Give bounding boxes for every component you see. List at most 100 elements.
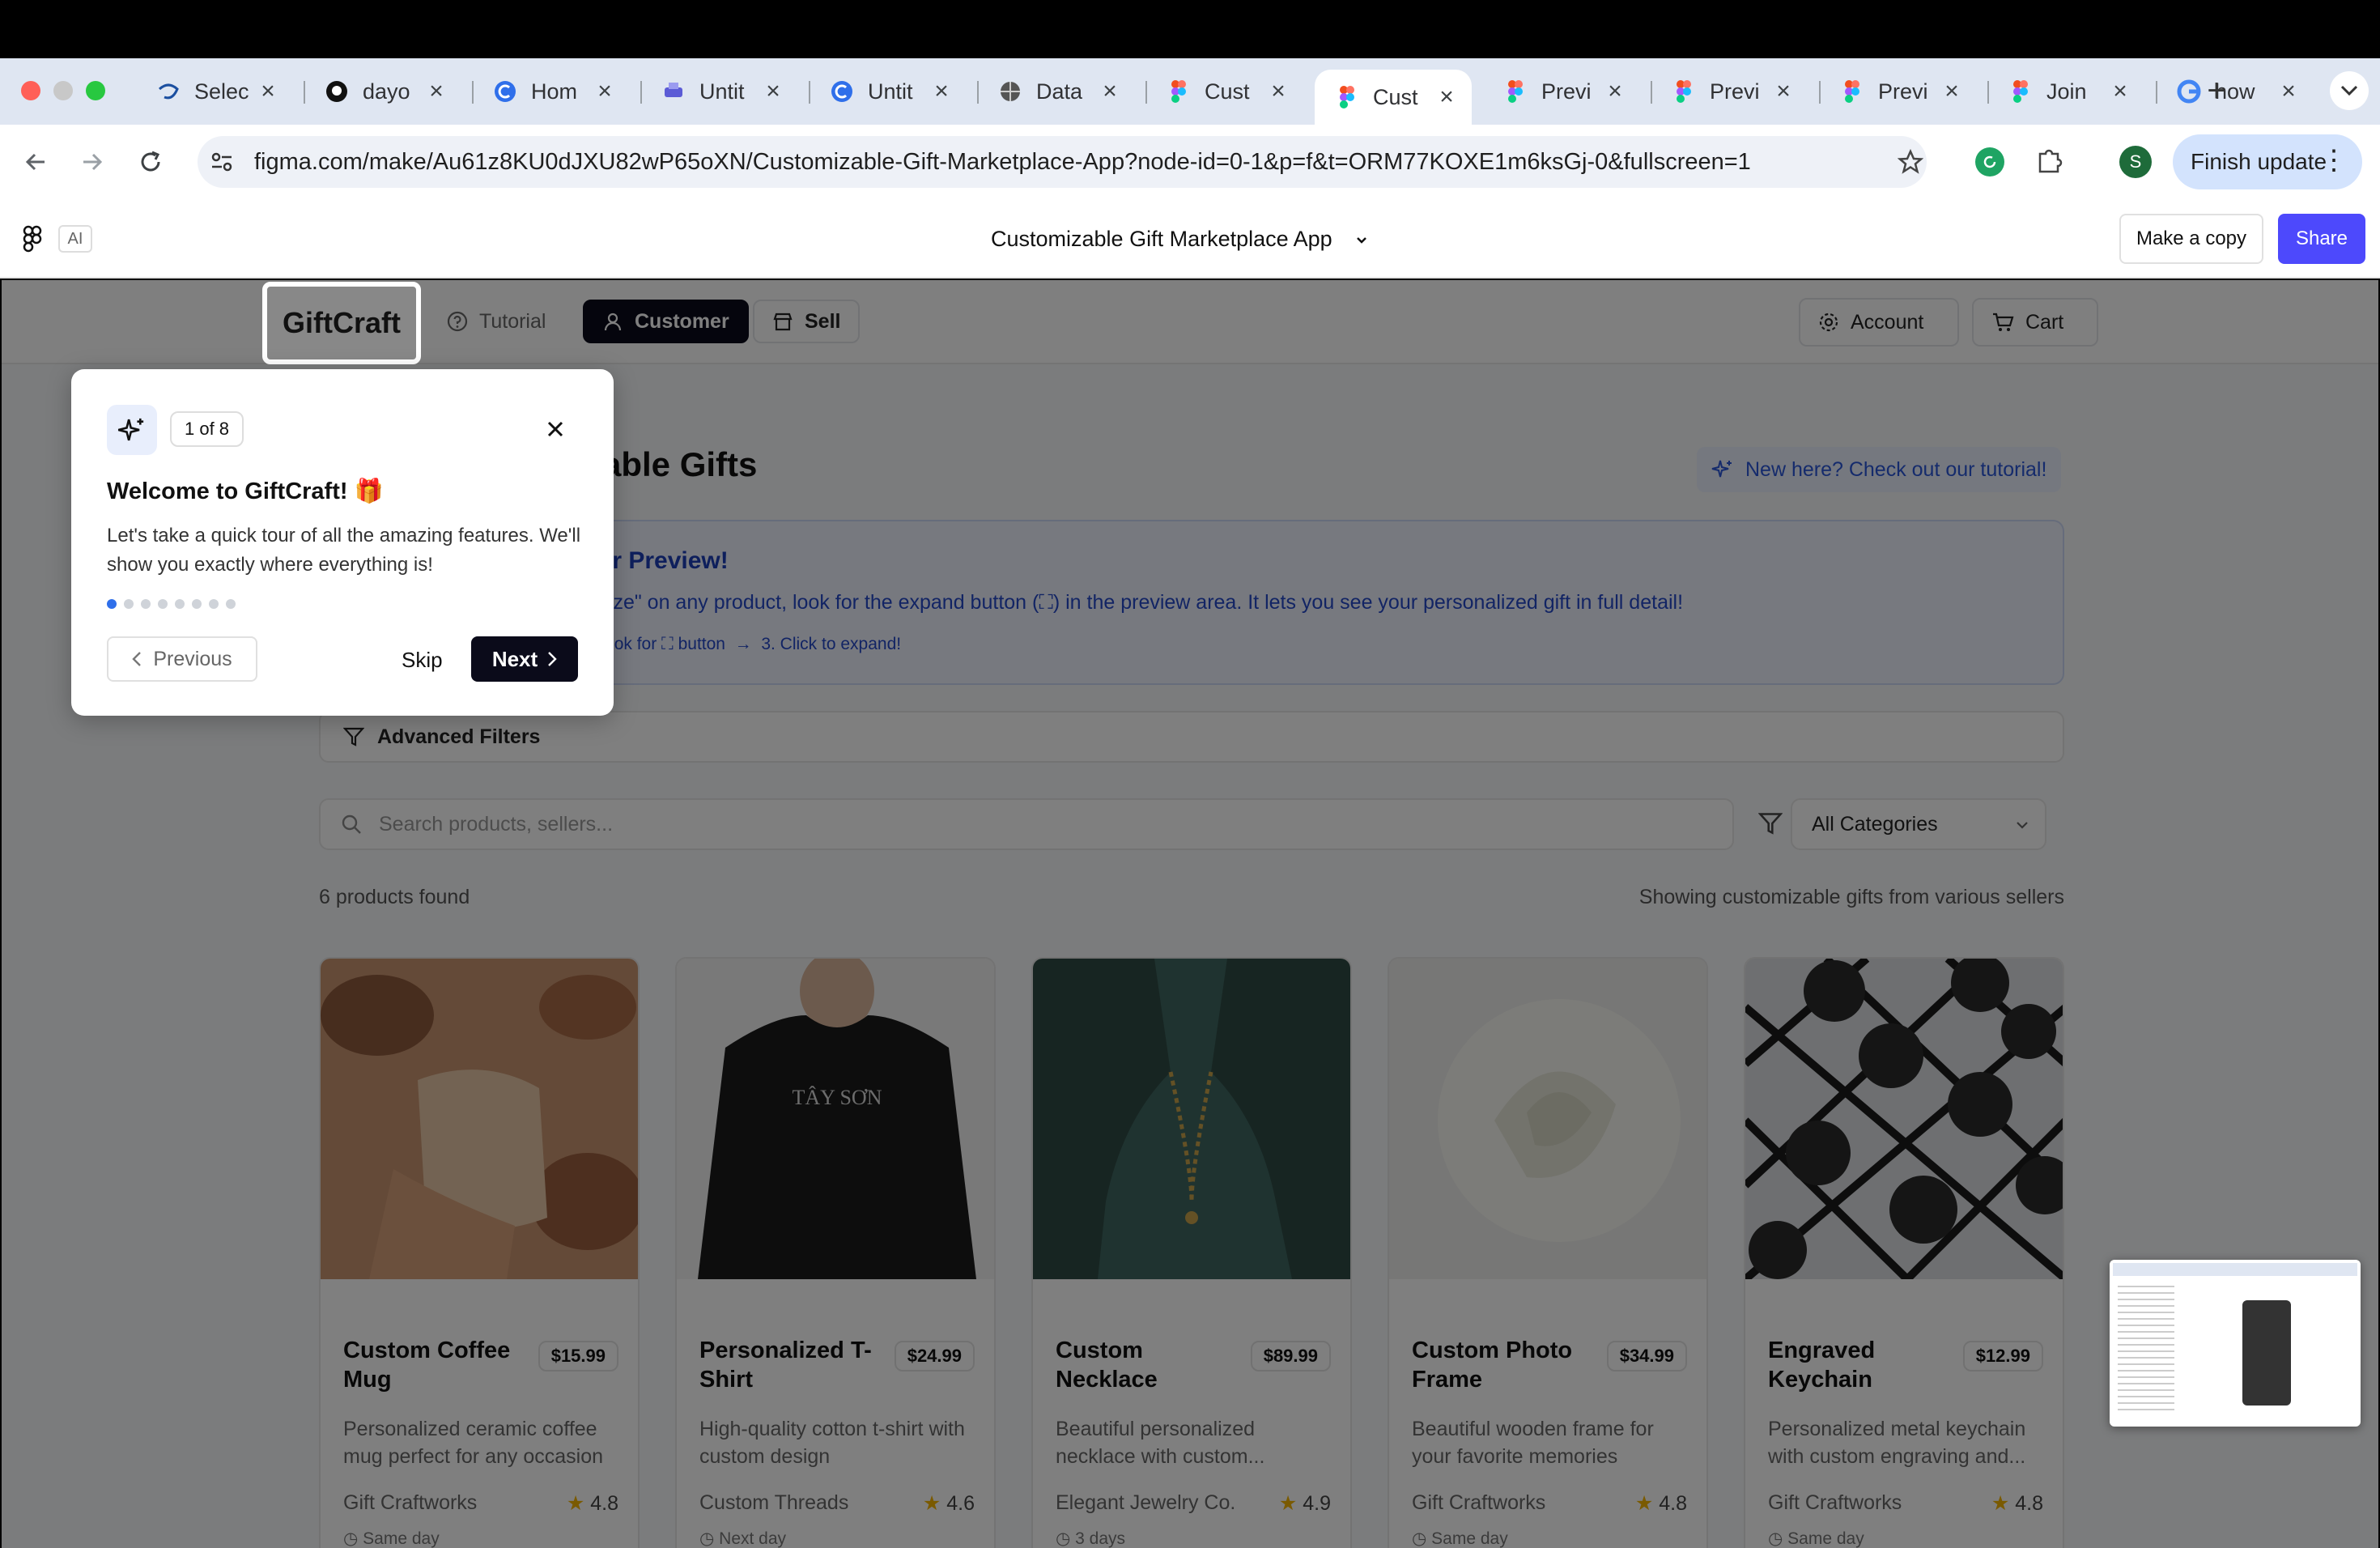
c-icon <box>492 79 518 104</box>
forward-button[interactable] <box>74 144 110 180</box>
browser-tab[interactable]: Previ × <box>1483 70 1640 113</box>
step-counter: 1 of 8 <box>170 411 244 447</box>
browser-tab[interactable]: Data × <box>978 70 1135 113</box>
tab-close-icon[interactable]: × <box>1603 78 1627 105</box>
tab-title: Data <box>1036 79 1083 104</box>
address-bar[interactable]: figma.com/make/Au61z8KU0dJXU82wP65oXN/Cu… <box>198 136 1927 188</box>
step-dot <box>158 599 168 609</box>
github-icon <box>324 79 350 104</box>
printer-icon <box>661 79 686 104</box>
step-dot <box>192 599 202 609</box>
tutorial-popup: 1 of 8 Welcome to GiftCraft! 🎁 Let's tak… <box>71 369 614 716</box>
figma-icon <box>1839 79 1865 104</box>
url-text[interactable]: figma.com/make/Au61z8KU0dJXU82wP65oXN/Cu… <box>254 149 1751 176</box>
tab-title: Previ <box>1878 79 1928 104</box>
tab-title: Join <box>2046 79 2087 104</box>
refresh-icon <box>1983 155 1996 168</box>
extension-sync-icon[interactable] <box>1975 147 2004 176</box>
tab-title: Cust <box>1373 84 1418 109</box>
popup-title: Welcome to GiftCraft! 🎁 <box>107 478 384 504</box>
browser-tab[interactable]: Join × <box>1988 70 2145 113</box>
arrow-left-icon <box>25 153 45 171</box>
reload-icon <box>141 151 160 172</box>
tab-close-icon[interactable]: × <box>593 78 617 105</box>
thumbnail-phone <box>2242 1300 2291 1406</box>
maximize-window-button[interactable] <box>86 81 105 100</box>
chevron-left-icon <box>132 652 142 666</box>
reload-button[interactable] <box>133 144 168 180</box>
browser-tab[interactable]: Untit × <box>810 70 967 113</box>
step-progress-dots <box>107 599 236 609</box>
figma-icon <box>2008 79 2034 104</box>
figma-icon <box>1502 79 1528 104</box>
browser-tab[interactable]: Previ × <box>1651 70 1808 113</box>
step-dot <box>107 599 117 609</box>
tab-close-icon[interactable]: × <box>929 78 954 105</box>
step-dot <box>226 599 236 609</box>
step-dot <box>124 599 134 609</box>
tab-title: Untit <box>868 79 913 104</box>
site-settings-icon[interactable] <box>207 147 236 176</box>
browser-tab[interactable]: dayo × <box>304 70 461 113</box>
browser-tab[interactable]: Hom × <box>473 70 630 113</box>
extensions-puzzle-icon[interactable] <box>2034 144 2066 176</box>
tab-close-icon[interactable]: × <box>1771 78 1796 105</box>
arrow-right-icon <box>83 153 103 171</box>
profile-avatar[interactable]: S <box>2119 146 2152 178</box>
ai-badge: AI <box>58 225 92 253</box>
globe-icon <box>997 79 1023 104</box>
bookmark-star-icon[interactable] <box>1898 149 1923 175</box>
tab-close-icon[interactable]: × <box>761 78 785 105</box>
tab-close-icon[interactable]: × <box>424 78 448 105</box>
new-tab-button[interactable]: + <box>2199 71 2234 110</box>
tab-close-icon[interactable]: × <box>1940 78 1964 105</box>
back-button[interactable] <box>18 144 53 180</box>
chevron-down-icon <box>2340 85 2358 96</box>
browser-tab[interactable]: Previ × <box>1820 70 1977 113</box>
project-title-dropdown[interactable]: Customizable Gift Marketplace App <box>991 227 1367 252</box>
screenshot-thumbnail[interactable] <box>2110 1260 2361 1427</box>
tab-close-icon[interactable]: × <box>1434 83 1459 111</box>
finish-update-button[interactable]: Finish update ⋮ <box>2173 134 2362 189</box>
finish-update-label: Finish update <box>2191 149 2327 174</box>
minimize-window-button[interactable] <box>53 81 73 100</box>
previous-button[interactable]: Previous <box>107 636 257 682</box>
figma-icon <box>1334 84 1360 110</box>
mac-menubar <box>0 0 2380 58</box>
next-label: Next <box>491 646 538 671</box>
figma-icon <box>1671 79 1697 104</box>
share-button[interactable]: Share <box>2278 214 2365 264</box>
browser-tab[interactable]: Selec × <box>136 70 293 113</box>
sparkles-icon <box>117 418 144 441</box>
tab-title: Untit <box>699 79 745 104</box>
tab-close-icon[interactable]: × <box>2276 78 2301 105</box>
figma-logo-icon[interactable] <box>23 225 42 253</box>
step-dot <box>209 599 219 609</box>
thumbnail-tabstrip <box>2113 1263 2357 1276</box>
next-button[interactable]: Next <box>471 636 578 682</box>
tab-close-icon[interactable]: × <box>256 78 280 105</box>
tab-search-button[interactable] <box>2330 71 2369 110</box>
tab-title: Cust <box>1205 79 1250 104</box>
c-icon <box>829 79 855 104</box>
chevron-down-icon <box>1357 236 1367 244</box>
popup-body: Let's take a quick tour of all the amazi… <box>107 525 581 576</box>
browser-tab[interactable]: Cust × <box>1315 70 1472 125</box>
close-icon[interactable] <box>538 411 573 447</box>
project-title: Customizable Gift Marketplace App <box>991 227 1332 251</box>
tab-close-icon[interactable]: × <box>2108 78 2132 105</box>
close-window-button[interactable] <box>21 81 40 100</box>
browser-tab[interactable]: Cust × <box>1146 70 1303 113</box>
tab-title: Previ <box>1541 79 1592 104</box>
sparkles-badge <box>107 405 157 455</box>
skip-button[interactable]: Skip <box>402 648 443 673</box>
step-dot <box>141 599 151 609</box>
browser-tab[interactable]: Untit × <box>641 70 798 113</box>
tab-close-icon[interactable]: × <box>1098 78 1122 105</box>
disney-icon <box>155 79 181 104</box>
browser-tab[interactable]: how × <box>2157 70 2314 113</box>
previous-label: Previous <box>153 647 232 670</box>
make-a-copy-button[interactable]: Make a copy <box>2119 214 2263 264</box>
tab-close-icon[interactable]: × <box>1266 78 1290 105</box>
puzzle-icon <box>2038 149 2063 173</box>
